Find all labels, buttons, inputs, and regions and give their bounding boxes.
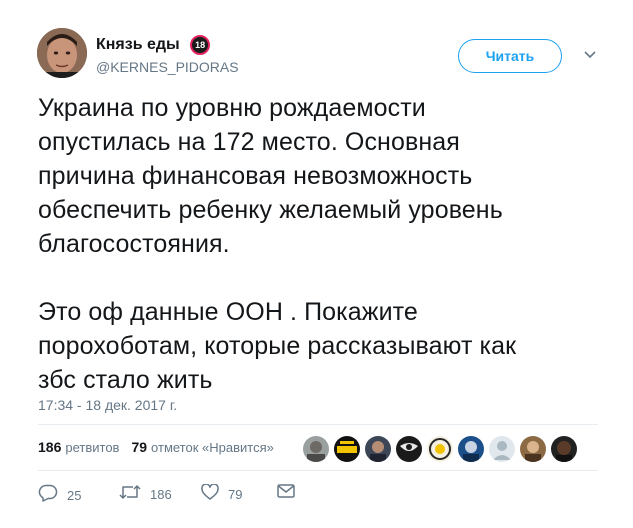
liker-avatar[interactable] — [427, 436, 453, 462]
liker-avatar[interactable] — [551, 436, 577, 462]
retweet-icon — [119, 484, 141, 505]
liker-avatar[interactable] — [303, 436, 329, 462]
divider — [38, 470, 598, 471]
reply-count: 25 — [67, 488, 82, 503]
reply-button[interactable]: 25 — [38, 484, 81, 507]
user-names: Князь еды 18 @KERNES_PIDORAS — [96, 35, 239, 75]
follow-button[interactable]: Читать — [458, 39, 562, 73]
tweet-text-paragraph-1: Украина по уровню рождаемости опустилась… — [38, 94, 503, 258]
heart-icon — [201, 483, 219, 505]
liker-avatar[interactable] — [489, 436, 515, 462]
liker-avatar[interactable] — [365, 436, 391, 462]
avatar[interactable] — [37, 28, 87, 78]
retweets-label[interactable]: ретвитов — [65, 440, 119, 455]
tweet-header: Князь еды 18 @KERNES_PIDORAS Читать — [37, 28, 607, 84]
tweet-text: Украина по уровню рождаемости опустилась… — [38, 91, 598, 397]
tweet-stats: 186 ретвитов 79 отметок «Нравится» — [38, 432, 286, 462]
liker-avatar[interactable] — [334, 436, 360, 462]
likes-count[interactable]: 79 — [131, 439, 147, 455]
likes-label[interactable]: отметок «Нравится» — [151, 440, 274, 455]
liker-avatar[interactable] — [520, 436, 546, 462]
display-name[interactable]: Князь еды — [96, 36, 180, 54]
retweet-count: 186 — [150, 487, 172, 502]
tweet-timestamp[interactable]: 17:34 - 18 дек. 2017 г. — [38, 397, 177, 413]
age-badge-icon: 18 — [190, 35, 211, 55]
likers-avatars — [303, 436, 582, 462]
liker-avatar[interactable] — [396, 436, 422, 462]
divider — [38, 424, 598, 425]
direct-message-button[interactable] — [277, 484, 295, 503]
tweet-card: Князь еды 18 @KERNES_PIDORAS Читать Укра… — [0, 0, 633, 528]
like-button[interactable]: 79 — [201, 483, 243, 505]
user-handle[interactable]: @KERNES_PIDORAS — [96, 59, 239, 75]
like-count: 79 — [228, 487, 243, 502]
liker-avatar[interactable] — [458, 436, 484, 462]
retweets-count[interactable]: 186 — [38, 439, 61, 455]
tweet-actions: 25 186 79 — [38, 483, 338, 507]
chevron-down-icon[interactable] — [580, 45, 600, 65]
envelope-icon — [277, 484, 295, 503]
retweet-button[interactable]: 186 — [119, 484, 172, 505]
tweet-text-paragraph-2: Это оф данные ООН . Покажите порохоботам… — [38, 298, 517, 394]
reply-icon — [38, 484, 58, 507]
